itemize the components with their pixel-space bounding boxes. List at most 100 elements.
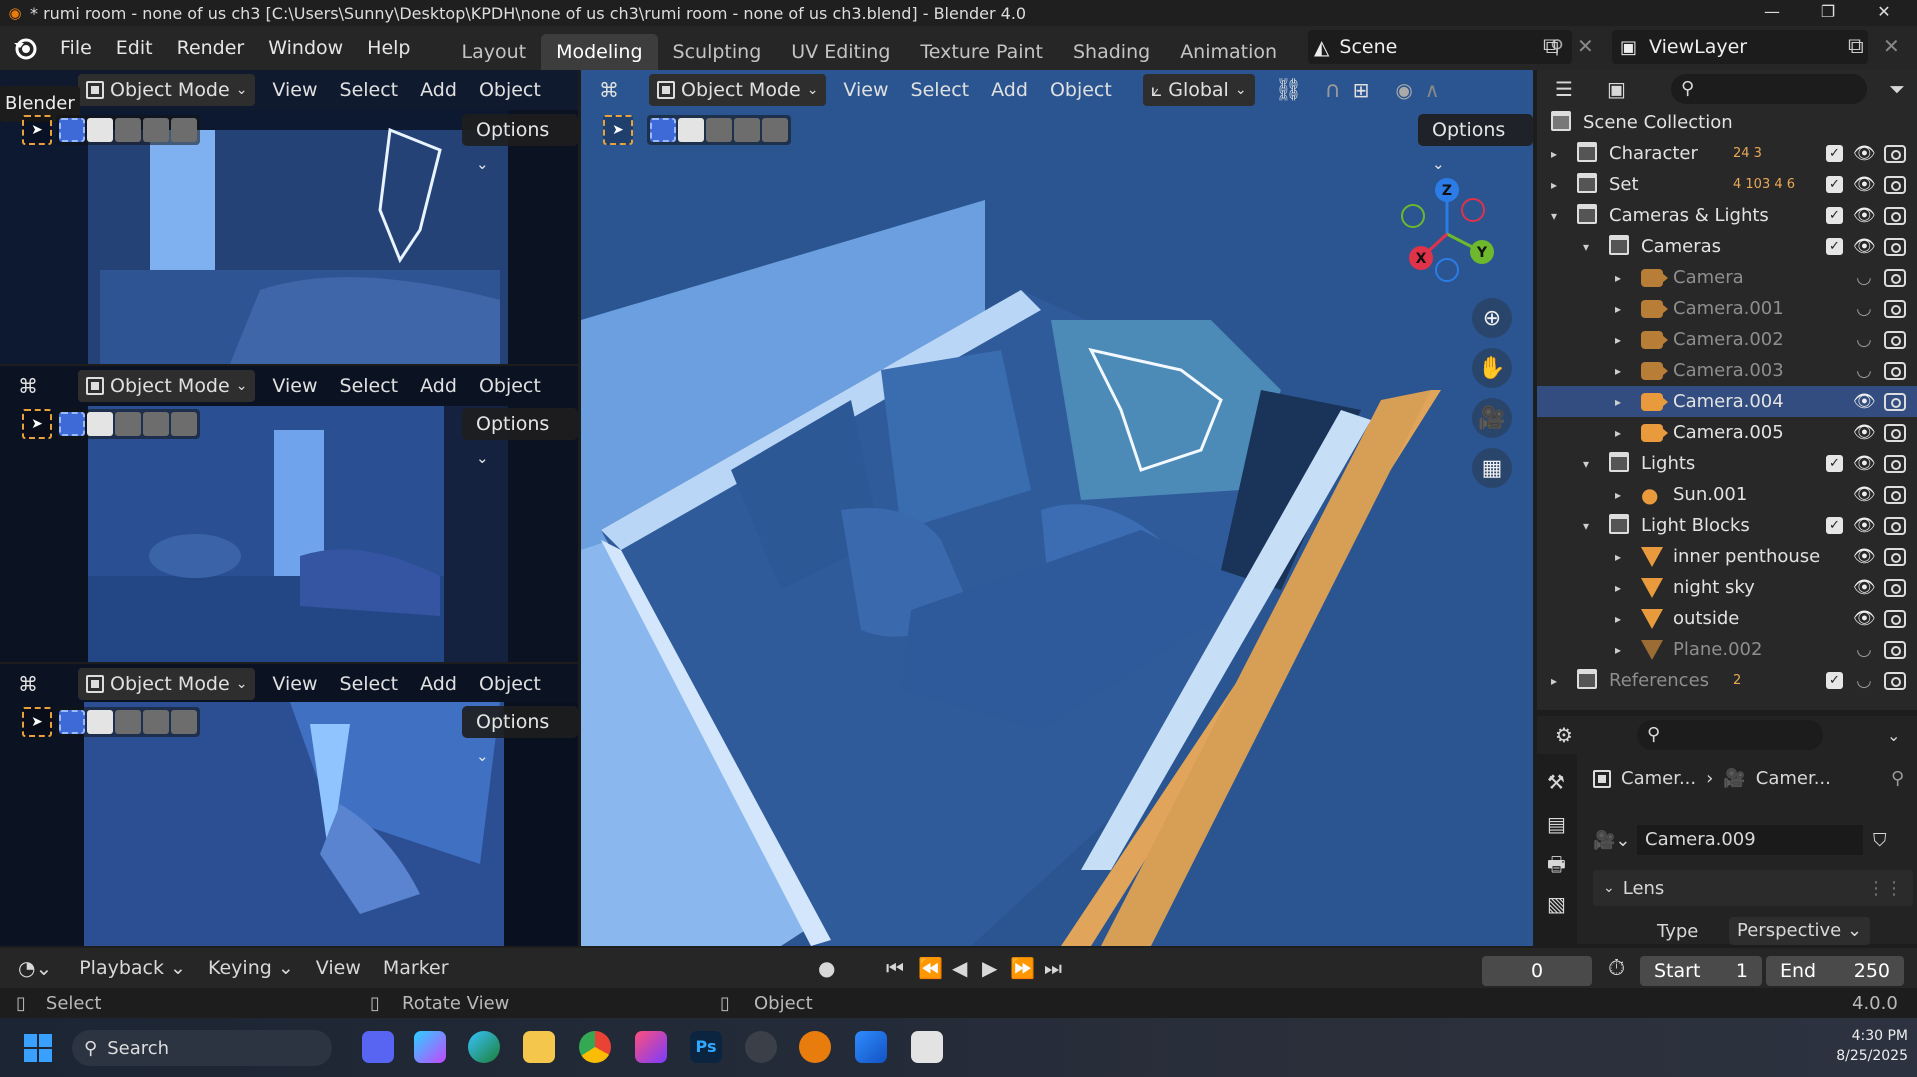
keying-menu[interactable]: Keying ⌄ — [197, 951, 305, 985]
render-camera-icon[interactable] — [1884, 423, 1906, 442]
timeline-view-menu[interactable]: View — [305, 951, 372, 985]
main-3d-viewport[interactable]: ⌘ Object Mode ⌄ View Select Add Object ⟀ G… — [581, 70, 1533, 946]
start-frame-field[interactable]: Start 1 — [1640, 956, 1762, 986]
visibility-hidden-icon[interactable]: ◡ — [1853, 639, 1875, 660]
object-mode-dropdown[interactable]: Object Mode ⌄ — [78, 370, 256, 402]
timeline-editor-icon[interactable]: ◔⌄ — [18, 956, 52, 980]
render-camera-icon[interactable] — [1884, 237, 1906, 256]
select-tool-icon[interactable]: ➤ — [22, 409, 52, 439]
exclude-checkbox[interactable]: ✓ — [1826, 145, 1843, 162]
render-tab-icon[interactable]: ▤ — [1547, 812, 1566, 836]
maximize-button[interactable]: ❐ — [1800, 0, 1856, 26]
visibility-eye-icon[interactable]: 👁 — [1853, 143, 1876, 164]
selection-mode-buttons[interactable] — [56, 707, 200, 737]
transform-orientation-dropdown[interactable]: ⟀ Global ⌄ — [1142, 74, 1255, 106]
menu-window[interactable]: Window — [256, 26, 355, 70]
current-frame-field[interactable]: 0 — [1482, 956, 1592, 986]
fake-user-shield-icon[interactable]: ⛉ — [1873, 830, 1887, 851]
view-layer-tab-icon[interactable]: ▧ — [1547, 892, 1566, 916]
editor-type-icon[interactable]: ⌘ — [0, 374, 72, 398]
visibility-eye-icon[interactable]: 👁 — [1853, 515, 1876, 536]
camera-view-middle[interactable]: ⌘ Object Mode ⌄ View Select Add Object ➤ … — [0, 366, 578, 662]
exclude-checkbox[interactable]: ✓ — [1826, 455, 1843, 472]
file-explorer-icon[interactable] — [523, 1031, 555, 1063]
render-camera-icon[interactable] — [1884, 671, 1906, 690]
object-menu[interactable]: Object — [468, 73, 552, 107]
lens-panel-header[interactable]: ⌄ Lens ⋮⋮ — [1593, 870, 1913, 906]
play-icon[interactable]: ▶ — [982, 956, 997, 980]
clip-studio-icon[interactable] — [635, 1031, 667, 1063]
expand-toggle-icon[interactable]: ▾ — [1583, 240, 1589, 254]
outliner-row-sun-001[interactable]: ▸ ● Sun.001 👁 — [1537, 479, 1917, 510]
outliner-row-inner-penthouse[interactable]: ▸ inner penthouse 👁 — [1537, 541, 1917, 572]
exclude-checkbox[interactable]: ✓ — [1826, 207, 1843, 224]
view-menu[interactable]: View — [261, 667, 328, 701]
render-camera-icon[interactable] — [1884, 144, 1906, 163]
photoshop-icon[interactable]: Ps — [690, 1031, 722, 1063]
outliner-row-camera-005[interactable]: ▸ Camera.005 👁 — [1537, 417, 1917, 448]
outliner-scene-collection[interactable]: Scene Collection — [1537, 107, 1917, 138]
pivot-point-icon[interactable]: ⛓ — [1275, 78, 1303, 103]
expand-toggle-icon[interactable]: ▸ — [1615, 364, 1621, 378]
snap-target-icon[interactable]: ⊞ — [1353, 78, 1370, 102]
output-tab-icon[interactable]: 🖶 — [1547, 850, 1566, 884]
expand-toggle-icon[interactable]: ▸ — [1615, 302, 1621, 316]
outliner-row-lights[interactable]: ▾ Lights ✓ 👁 — [1537, 448, 1917, 479]
visibility-hidden-icon[interactable]: ◡ — [1853, 329, 1875, 350]
blender-logo-icon[interactable] — [8, 31, 42, 65]
visibility-eye-icon[interactable]: 👁 — [1853, 391, 1876, 412]
render-camera-icon[interactable] — [1884, 547, 1906, 566]
jump-keyframe-back-icon[interactable]: ⏪ — [918, 956, 943, 980]
outliner-row-outside[interactable]: ▸ outside 👁 — [1537, 603, 1917, 634]
tab-layout[interactable]: Layout — [447, 34, 542, 70]
expand-toggle-icon[interactable]: ▸ — [1615, 550, 1621, 564]
view-menu[interactable]: View — [832, 73, 899, 107]
properties-options-icon[interactable]: ⌄ — [1887, 726, 1900, 745]
falloff-icon[interactable]: ∧ — [1425, 78, 1440, 102]
expand-toggle-icon[interactable]: ▸ — [1615, 581, 1621, 595]
outliner-row-cameras[interactable]: ▾ Cameras ✓ 👁 — [1537, 231, 1917, 262]
select-menu[interactable]: Select — [900, 73, 981, 107]
expand-toggle-icon[interactable]: ▸ — [1615, 333, 1621, 347]
proportional-edit-icon[interactable]: ◉ — [1395, 78, 1412, 102]
new-scene-icon[interactable]: ⧉ — [1543, 34, 1559, 59]
blender-taskbar-icon[interactable] — [799, 1031, 831, 1063]
tab-modeling[interactable]: Modeling — [541, 34, 658, 70]
visibility-eye-icon[interactable]: 👁 — [1853, 608, 1876, 629]
add-menu[interactable]: Add — [409, 369, 468, 403]
exclude-checkbox[interactable]: ✓ — [1826, 517, 1843, 534]
camera-view-icon[interactable]: 🎥 — [1472, 398, 1512, 438]
visibility-eye-icon[interactable]: 👁 — [1853, 546, 1876, 567]
camera-data-browse-icon[interactable]: 🎥⌄ — [1593, 830, 1637, 851]
chrome-icon[interactable] — [579, 1031, 611, 1063]
options-dropdown[interactable]: Options — [462, 408, 578, 440]
exclude-checkbox[interactable]: ✓ — [1826, 176, 1843, 193]
options-dropdown[interactable]: Options — [462, 114, 578, 146]
jump-keyframe-forward-icon[interactable]: ⏩ — [1010, 956, 1035, 980]
display-mode-icon[interactable]: ▣ — [1607, 77, 1626, 101]
expand-toggle-icon[interactable]: ▸ — [1615, 488, 1621, 502]
menu-help[interactable]: Help — [355, 26, 422, 70]
breadcrumb-data[interactable]: Camer... — [1756, 768, 1831, 789]
render-camera-icon[interactable] — [1884, 578, 1906, 597]
object-menu[interactable]: Object — [468, 667, 552, 701]
tab-uv-editing[interactable]: UV Editing — [776, 34, 905, 70]
outliner-row-camera[interactable]: ▸ Camera ◡ — [1537, 262, 1917, 293]
expand-toggle-icon[interactable]: ▾ — [1583, 519, 1589, 533]
render-camera-icon[interactable] — [1884, 392, 1906, 411]
select-tool-icon[interactable]: ➤ — [22, 115, 52, 145]
jump-end-icon[interactable]: ⏭ — [1044, 956, 1062, 980]
render-camera-icon[interactable] — [1884, 330, 1906, 349]
expand-toggle-icon[interactable]: ▸ — [1615, 395, 1621, 409]
visibility-eye-icon[interactable]: 👁 — [1853, 577, 1876, 598]
render-camera-icon[interactable] — [1884, 640, 1906, 659]
outliner-row-camera-003[interactable]: ▸ Camera.003 ◡ — [1537, 355, 1917, 386]
expand-toggle-icon[interactable]: ▸ — [1615, 426, 1621, 440]
expand-toggle-icon[interactable]: ▸ — [1551, 178, 1557, 192]
visibility-eye-icon[interactable]: 👁 — [1853, 205, 1876, 226]
editor-type-icon[interactable]: ⌘ — [581, 78, 643, 102]
edge-icon[interactable] — [468, 1031, 500, 1063]
render-camera-icon[interactable] — [1884, 516, 1906, 535]
delete-scene-icon[interactable]: ✕ — [1577, 34, 1594, 58]
windows-start-icon[interactable] — [24, 1034, 52, 1062]
